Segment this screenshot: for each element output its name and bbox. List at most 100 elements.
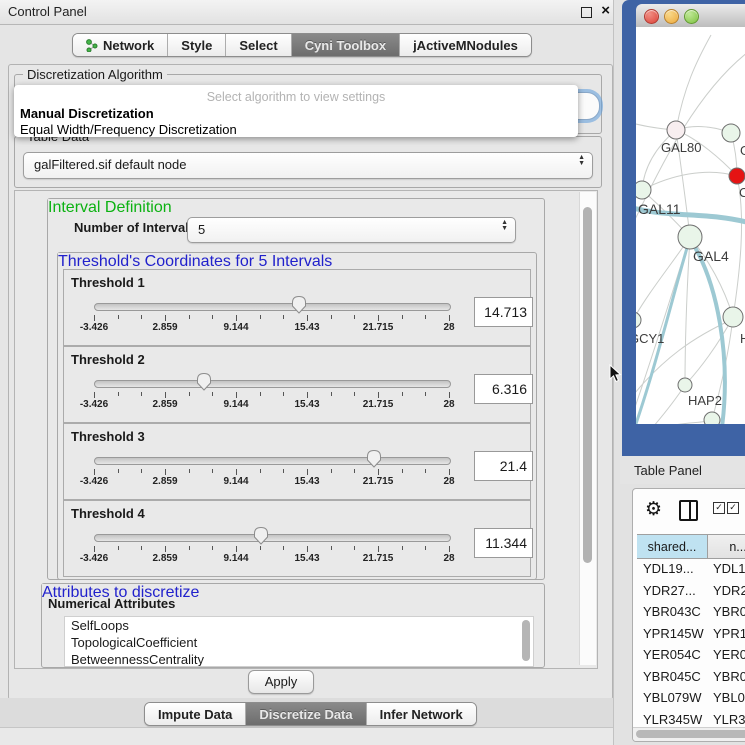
slider-track[interactable] (94, 303, 451, 311)
threshold-value-field[interactable]: 21.4 (474, 451, 533, 481)
network-node[interactable] (678, 225, 702, 249)
slider-track[interactable] (94, 534, 451, 542)
node-label: HAP2 (688, 393, 722, 408)
threshold-value-field[interactable]: 6.316 (474, 374, 533, 404)
network-node[interactable] (678, 378, 692, 392)
tab-impute-data[interactable]: Impute Data (145, 703, 245, 725)
attribute-item-topologicalcoefficient[interactable]: TopologicalCoefficient (65, 634, 533, 651)
network-graph[interactable]: GAL80GALCGAL11GAL4GCY1HHAP2 (636, 27, 745, 424)
edge[interactable] (636, 237, 690, 320)
network-node[interactable] (723, 307, 743, 327)
select-rows-icon[interactable]: ✓ (727, 502, 739, 514)
settings-gear-icon[interactable]: ⚙ (645, 498, 662, 521)
scrollbar-track[interactable] (579, 192, 596, 665)
major-tick (236, 392, 237, 398)
table-row[interactable]: YBR043CYBR0 (637, 601, 745, 623)
threshold-value-field[interactable]: 14.713 (474, 297, 533, 327)
threshold-value-field[interactable]: 11.344 (474, 528, 533, 558)
column-header-n[interactable]: n... (708, 535, 745, 558)
major-tick (307, 546, 308, 552)
bottom-tab-strip: Impute Data Discretize Data Infer Network (0, 698, 620, 728)
float-panel-icon[interactable] (581, 7, 592, 18)
minor-tick (354, 546, 355, 550)
column-layout-icon[interactable] (679, 500, 698, 521)
network-view-window[interactable]: GAL80GALCGAL11GAL4GCY1HHAP2 (622, 0, 745, 456)
network-node[interactable] (636, 181, 651, 199)
cell-shared-name: YLR345W (637, 712, 707, 727)
tab-style[interactable]: Style (167, 34, 225, 56)
threshold-label: Threshold 1 (71, 275, 145, 290)
table-row[interactable]: YBL079WYBL0 (637, 687, 745, 709)
major-tick (236, 546, 237, 552)
node-label: GCY1 (636, 331, 664, 346)
slider-thumb[interactable] (251, 525, 271, 545)
minor-tick (141, 392, 142, 396)
cell-name: YER0 (707, 647, 745, 662)
slider-thumb[interactable] (364, 448, 384, 468)
close-panel-icon[interactable]: × (601, 2, 610, 19)
zoom-button[interactable] (684, 9, 699, 24)
scrollbar-thumb[interactable] (583, 207, 592, 563)
group-title: Interval Definition (48, 199, 172, 216)
minor-tick (118, 392, 119, 396)
slider-thumb[interactable] (289, 294, 309, 314)
horizontal-scrollbar-thumb[interactable] (636, 730, 745, 738)
network-node[interactable] (667, 121, 685, 139)
table-row[interactable]: YDR27...YDR2 (637, 580, 745, 602)
horizontal-scrollbar[interactable] (633, 727, 745, 741)
tab-select[interactable]: Select (225, 34, 290, 56)
tick-label: 21.715 (353, 399, 403, 410)
tick-label: 15.43 (282, 553, 332, 564)
table-row[interactable]: YDL19...YDL1 (637, 558, 745, 580)
tab-label: Discretize Data (259, 707, 352, 722)
tab-label: Style (181, 38, 212, 53)
tab-network[interactable]: Network (73, 34, 167, 56)
table-row[interactable]: YER054CYER0 (637, 644, 745, 666)
list-scrollbar[interactable] (522, 620, 530, 661)
close-button[interactable] (644, 9, 659, 24)
attribute-item-betweennesscentrality[interactable]: BetweennessCentrality (65, 651, 533, 667)
dropdown-option-manual[interactable]: Manual Discretization (20, 106, 154, 121)
slider-thumb[interactable] (194, 371, 214, 391)
table-rows: YDL19...YDL1YDR27...YDR2YBR043CYBR0YPR14… (637, 558, 745, 742)
table-data-combobox[interactable]: galFiltered.sif default node ▲▼ (23, 152, 593, 179)
edge[interactable] (636, 420, 712, 424)
dropdown-option-equal-width[interactable]: Equal Width/Frequency Discretization (20, 122, 237, 137)
minor-tick (331, 392, 332, 396)
network-canvas[interactable]: GAL80GALCGAL11GAL4GCY1HHAP2 (636, 27, 745, 424)
attribute-item-selfloops[interactable]: SelfLoops (65, 617, 533, 634)
tick-label: 21.715 (353, 322, 403, 333)
minor-tick (425, 546, 426, 550)
network-node[interactable] (636, 312, 641, 328)
edge[interactable] (676, 35, 711, 130)
tick-label: 21.715 (353, 553, 403, 564)
edge[interactable] (685, 237, 690, 385)
network-node[interactable] (722, 124, 740, 142)
column-header-shared[interactable]: shared... (637, 535, 708, 558)
minimize-button[interactable] (664, 9, 679, 24)
network-node[interactable] (729, 168, 745, 184)
select-columns-icon[interactable]: ✓ (713, 502, 725, 514)
table-row[interactable]: YPR145WYPR1 (637, 623, 745, 645)
major-tick (449, 315, 450, 321)
tab-infer-network[interactable]: Infer Network (366, 703, 476, 725)
number-of-intervals-combobox[interactable]: 5 ▲▼ (187, 217, 516, 243)
edge[interactable] (642, 130, 676, 190)
slider-track[interactable] (94, 380, 451, 388)
numerical-attributes-list[interactable]: SelfLoopsTopologicalCoefficientBetweenne… (64, 616, 534, 667)
tab-discretize-data[interactable]: Discretize Data (245, 703, 365, 725)
minor-tick (331, 469, 332, 473)
slider-track[interactable] (94, 457, 451, 465)
edge[interactable] (642, 172, 737, 190)
network-window-titlebar[interactable] (636, 4, 745, 28)
network-node[interactable] (704, 412, 720, 424)
tab-jactivemnodules[interactable]: jActiveMNodules (399, 34, 531, 56)
minor-tick (260, 546, 261, 550)
apply-button[interactable]: Apply (248, 670, 314, 694)
major-tick (307, 315, 308, 321)
table-row[interactable]: YBR045CYBR0 (637, 666, 745, 688)
threshold-box-1: Threshold 1-3.4262.8599.14415.4321.71528… (63, 269, 531, 346)
stepper-arrows-icon: ▲▼ (501, 220, 508, 232)
tab-cyni-toolbox[interactable]: Cyni Toolbox (291, 34, 399, 56)
tick-label: -3.426 (69, 476, 119, 487)
